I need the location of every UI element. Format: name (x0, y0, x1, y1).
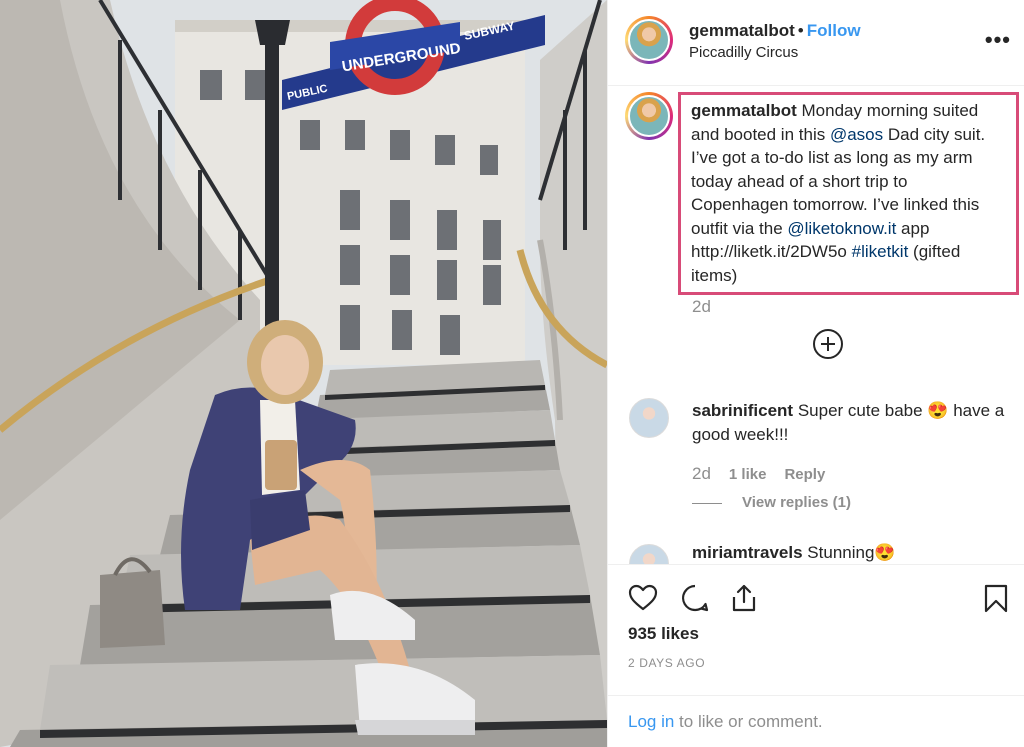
mention-liketoknowit-link[interactable]: @liketoknow.it (787, 219, 896, 238)
post-actions-section: 935 likes 2 DAYS AGO Log in to like or c… (608, 564, 1024, 747)
login-prompt-bar: Log in to like or comment. (608, 695, 1024, 747)
caption-highlight-box: gemmatalbot Monday morning suited and bo… (678, 92, 1019, 295)
commenter-username-link[interactable]: sabrinificent (692, 401, 793, 420)
caption-text: gemmatalbot Monday morning suited and bo… (691, 99, 1006, 287)
comment-text: sabrinificent Super cute babe 😍 have a g… (692, 399, 1012, 447)
mention-asos-link[interactable]: @asos (830, 125, 883, 144)
view-replies-button[interactable]: View replies (1) (692, 494, 851, 511)
comment-timestamp[interactable]: 2d (692, 464, 711, 483)
post-details-panel: gemmatalbot • Follow Piccadilly Circus •••… (607, 0, 1024, 747)
comment-body: Stunning😍 (802, 543, 896, 562)
dot-separator: • (797, 21, 804, 40)
caption-author-link[interactable]: gemmatalbot (691, 101, 797, 120)
follow-button[interactable]: Follow (807, 21, 861, 40)
post-header: gemmatalbot • Follow Piccadilly Circus ••• (608, 0, 1024, 86)
reply-button[interactable]: Reply (784, 466, 825, 483)
commenter-username-link[interactable]: miriamtravels (692, 543, 803, 562)
author-username-link[interactable]: gemmatalbot (689, 21, 795, 40)
avatar-photo (628, 19, 670, 61)
author-avatar[interactable] (625, 16, 673, 64)
replies-divider (692, 502, 722, 504)
header-title-line: gemmatalbot • Follow (689, 21, 861, 41)
load-more-comments-icon[interactable] (813, 329, 843, 359)
view-replies-label: View replies (1) (742, 494, 851, 511)
post-photo[interactable]: UNDERGROUND PUBLIC SUBWAY (0, 0, 607, 747)
hashtag-liketkit-link[interactable]: #liketkit (852, 242, 909, 261)
comment-likes-count[interactable]: 1 like (729, 466, 767, 483)
likes-count[interactable]: 935 likes (628, 624, 699, 644)
login-prompt: Log in to like or comment. (628, 712, 823, 732)
caption-author-avatar[interactable] (625, 92, 673, 140)
commenter-avatar[interactable] (629, 398, 669, 438)
avatar-photo (628, 95, 670, 137)
more-options-icon[interactable]: ••• (985, 29, 1011, 51)
bookmark-icon[interactable] (981, 583, 1011, 613)
login-prompt-text: to like or comment. (674, 712, 823, 731)
photo-illustration: UNDERGROUND PUBLIC SUBWAY (0, 0, 607, 747)
comment-meta: 2d 1 like Reply (692, 464, 843, 484)
heart-icon[interactable] (628, 583, 658, 613)
post-date[interactable]: 2 DAYS AGO (628, 656, 705, 670)
caption-timestamp[interactable]: 2d (692, 297, 711, 317)
comment-icon[interactable] (680, 583, 710, 613)
login-link[interactable]: Log in (628, 712, 674, 731)
comment-text: miriamtravels Stunning😍 (692, 543, 896, 563)
location-link[interactable]: Piccadilly Circus (689, 44, 798, 61)
share-icon[interactable] (729, 583, 759, 613)
